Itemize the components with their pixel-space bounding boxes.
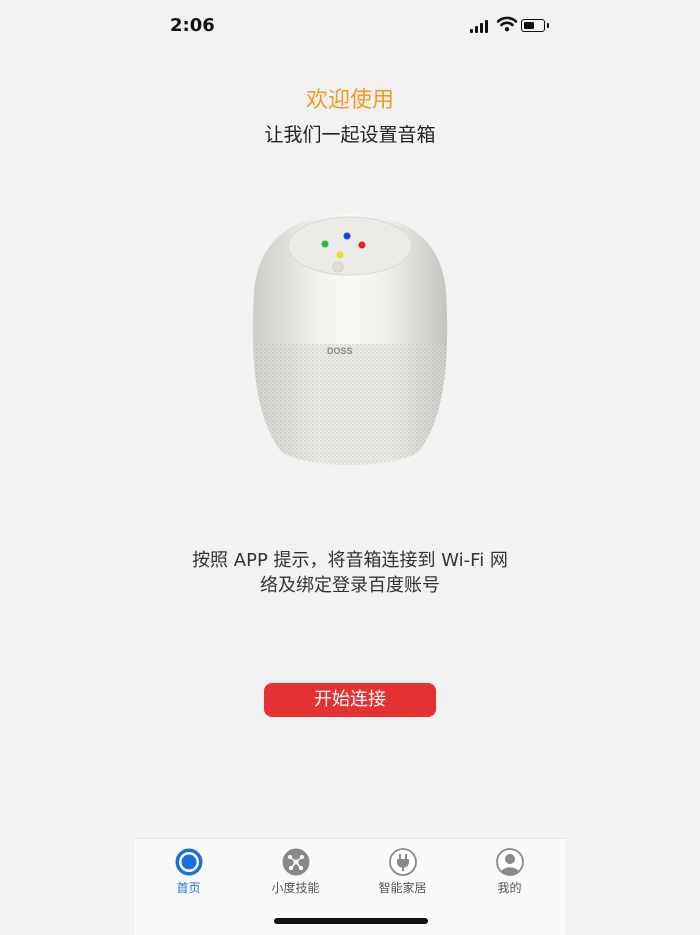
status-time: 2:06: [170, 15, 215, 36]
status-icons: [470, 16, 560, 36]
tab-profile[interactable]: 我的: [456, 845, 563, 905]
cellular-signal-icon: [470, 19, 490, 33]
plug-icon: [388, 848, 417, 876]
tab-profile-label: 我的: [497, 881, 522, 895]
tab-skills-label: 小度技能: [271, 881, 320, 895]
wifi-icon: [497, 16, 517, 32]
instruction-line-1: 按照 APP 提示，将音箱连接到 Wi-Fi 网: [192, 550, 508, 571]
home-icon: [175, 848, 202, 876]
status-bar: 2:06: [0, 0, 700, 52]
home-indicator: [274, 918, 428, 924]
welcome-title: 欢迎使用: [305, 88, 394, 113]
profile-icon: [495, 848, 524, 876]
start-connect-button[interactable]: 开始连接: [264, 683, 436, 717]
battery-icon: [521, 19, 545, 32]
tab-smart-home[interactable]: 智能家居: [349, 845, 456, 905]
tab-home-label: 首页: [176, 881, 201, 895]
setup-subtitle: 让我们一起设置音箱: [264, 124, 436, 146]
skills-icon: [282, 848, 309, 876]
speaker-brand-logo: DOSS: [327, 346, 353, 356]
tab-smart-home-label: 智能家居: [378, 881, 427, 895]
tab-home[interactable]: 首页: [135, 845, 242, 905]
instruction-line-2: 络及绑定登录百度账号: [260, 575, 440, 596]
smart-speaker-image: DOSS: [252, 214, 448, 465]
tab-skills[interactable]: 小度技能: [242, 845, 349, 905]
instruction-text: 按照 APP 提示，将音箱连接到 Wi-Fi 网 络及绑定登录百度账号: [170, 548, 530, 598]
